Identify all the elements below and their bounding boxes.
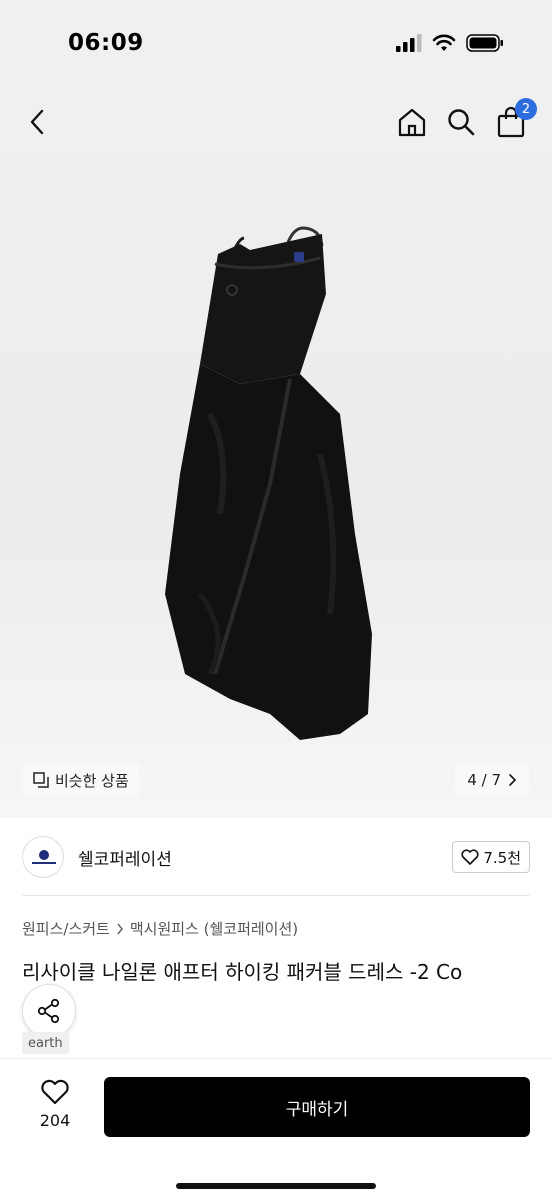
brand-row[interactable]: 쉘코퍼레이션 7.5천 (22, 834, 530, 880)
home-icon (398, 108, 426, 137)
wifi-icon (432, 34, 456, 51)
product-tag[interactable]: earth (22, 1032, 69, 1054)
breadcrumb: 원피스/스커트 맥시원피스 (쉘코퍼레이션) (22, 918, 298, 939)
brand-logo[interactable] (22, 836, 64, 878)
brand-like-count: 7.5천 (483, 848, 521, 867)
breadcrumb-category[interactable]: 원피스/스커트 (22, 918, 110, 939)
status-icons (396, 34, 504, 52)
brand-like-button[interactable]: 7.5천 (452, 841, 530, 873)
product-image-carousel[interactable]: 비슷한 상품 4 / 7 (0, 154, 552, 818)
dress-product-image (165, 226, 372, 740)
cellular-signal-icon (396, 34, 422, 52)
wishlist-count: 204 (39, 1111, 71, 1130)
similar-products-label: 비슷한 상품 (55, 771, 129, 790)
battery-icon (466, 34, 503, 52)
cart-count-badge: 2 (515, 98, 537, 120)
status-time: 06:09 (68, 30, 144, 56)
back-button[interactable] (20, 104, 56, 140)
page-indicator-text: 4 / 7 (467, 771, 501, 789)
wishlist-button[interactable]: 204 (24, 1079, 86, 1130)
search-icon (448, 109, 475, 136)
cart-button[interactable]: 2 (493, 98, 537, 140)
chevron-right-icon (509, 774, 517, 786)
image-page-indicator[interactable]: 4 / 7 (455, 764, 529, 796)
home-button[interactable] (394, 104, 430, 140)
top-navigation: 2 (0, 90, 552, 154)
similar-products-button[interactable]: 비슷한 상품 (23, 764, 139, 796)
brand-logo-icon (32, 850, 56, 864)
buy-button[interactable]: 구매하기 (104, 1077, 530, 1137)
search-button[interactable] (443, 104, 479, 140)
brand-name[interactable]: 쉘코퍼레이션 (78, 845, 172, 870)
home-indicator (176, 1183, 376, 1189)
chevron-right-icon (117, 923, 123, 934)
chevron-left-icon (30, 109, 44, 135)
status-bar: 06:09 (0, 0, 552, 90)
breadcrumb-subcategory[interactable]: 맥시원피스 (쉘코퍼레이션) (130, 918, 298, 939)
bottom-action-bar: 204 구매하기 (0, 1058, 552, 1200)
product-title: 리사이클 나일론 애프터 하이킹 패커블 드레스 -2 Co (22, 960, 463, 984)
copy-icon (33, 772, 49, 788)
share-button[interactable] (22, 984, 76, 1038)
divider (22, 895, 530, 896)
share-icon (37, 998, 60, 1024)
heart-icon (41, 1079, 69, 1105)
heart-icon (461, 849, 479, 865)
